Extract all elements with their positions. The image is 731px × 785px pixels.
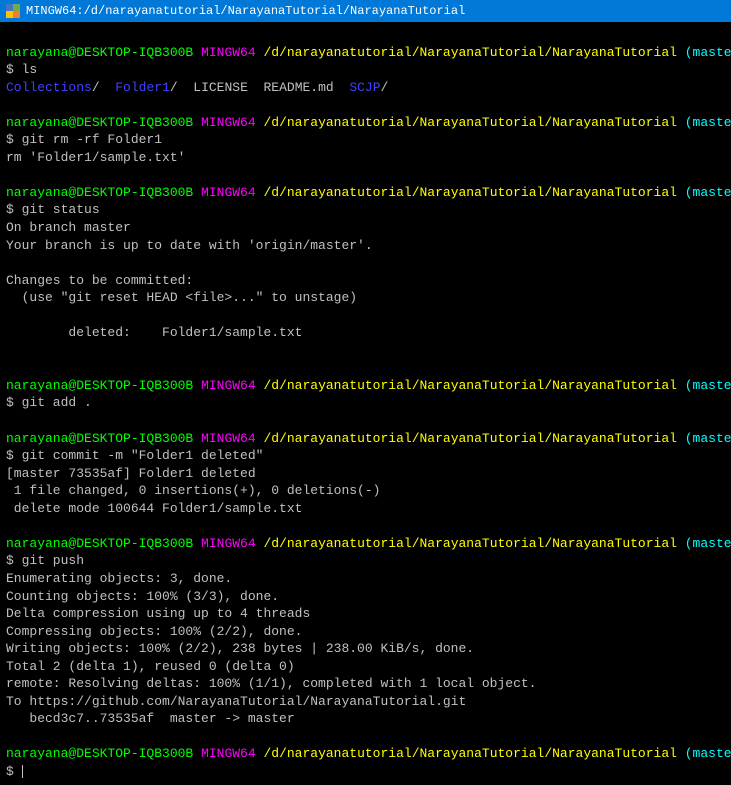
prompt-path: /d/narayanatutorial/NarayanaTutorial/Nar… (263, 185, 676, 200)
output-line: deleted: Folder1/sample.txt (6, 324, 725, 342)
prompt-user: narayana@DESKTOP-IQB300B (6, 185, 193, 200)
prompt-env: MINGW64 (201, 431, 256, 446)
output-line: [master 73535af] Folder1 deleted (6, 465, 725, 483)
prompt-branch: (master) (685, 536, 731, 551)
blank-line (6, 412, 725, 430)
output-line: Compressing objects: 100% (2/2), done. (6, 623, 725, 641)
prompt-env: MINGW64 (201, 378, 256, 393)
prompt-path: /d/narayanatutorial/NarayanaTutorial/Nar… (263, 536, 676, 551)
blank-line (6, 96, 725, 114)
prompt-env: MINGW64 (201, 536, 256, 551)
prompt-user: narayana@DESKTOP-IQB300B (6, 536, 193, 551)
ls-dir: Collections (6, 80, 92, 95)
prompt-branch: (master) (685, 115, 731, 130)
terminal-area[interactable]: narayana@DESKTOP-IQB300B MINGW64 /d/nara… (0, 22, 731, 785)
output-line: 1 file changed, 0 insertions(+), 0 delet… (6, 482, 725, 500)
prompt-user: narayana@DESKTOP-IQB300B (6, 746, 193, 761)
prompt-path: /d/narayanatutorial/NarayanaTutorial/Nar… (263, 431, 676, 446)
output-line: Your branch is up to date with 'origin/m… (6, 237, 725, 255)
command-line: $ git add . (6, 394, 725, 412)
prompt-path: /d/narayanatutorial/NarayanaTutorial/Nar… (263, 746, 676, 761)
prompt-line: narayana@DESKTOP-IQB300B MINGW64 /d/nara… (6, 745, 725, 763)
app-icon (6, 4, 20, 18)
output-line (6, 307, 725, 325)
prompt-user: narayana@DESKTOP-IQB300B (6, 45, 193, 60)
output-line: Total 2 (delta 1), reused 0 (delta 0) (6, 658, 725, 676)
prompt-line: narayana@DESKTOP-IQB300B MINGW64 /d/nara… (6, 430, 725, 448)
output-line: delete mode 100644 Folder1/sample.txt (6, 500, 725, 518)
prompt-branch: (master) (685, 378, 731, 393)
blank-line (6, 26, 725, 44)
output-line: Changes to be committed: (6, 272, 725, 290)
output-line: rm 'Folder1/sample.txt' (6, 149, 725, 167)
prompt-user: narayana@DESKTOP-IQB300B (6, 431, 193, 446)
output-line (6, 254, 725, 272)
output-line: (use "git reset HEAD <file>..." to unsta… (6, 289, 725, 307)
prompt-line: narayana@DESKTOP-IQB300B MINGW64 /d/nara… (6, 44, 725, 62)
cursor (22, 765, 23, 778)
prompt-branch: (master) (685, 431, 731, 446)
prompt-line: narayana@DESKTOP-IQB300B MINGW64 /d/nara… (6, 377, 725, 395)
ls-dir: SCJP (349, 80, 380, 95)
ls-file: LICENSE (193, 80, 248, 95)
blank-line (6, 166, 725, 184)
prompt-branch: (master) (685, 185, 731, 200)
prompt-env: MINGW64 (201, 115, 256, 130)
blank-line (6, 728, 725, 746)
prompt-path: /d/narayanatutorial/NarayanaTutorial/Nar… (263, 45, 676, 60)
command-line: $ ls (6, 61, 725, 79)
prompt-line: narayana@DESKTOP-IQB300B MINGW64 /d/nara… (6, 535, 725, 553)
output-line: becd3c7..73535af master -> master (6, 710, 725, 728)
output-line: Delta compression using up to 4 threads (6, 605, 725, 623)
prompt-line: narayana@DESKTOP-IQB300B MINGW64 /d/nara… (6, 114, 725, 132)
prompt-branch: (master) (685, 45, 731, 60)
output-line: Counting objects: 100% (3/3), done. (6, 588, 725, 606)
prompt-user: narayana@DESKTOP-IQB300B (6, 115, 193, 130)
command-line: $ git commit -m "Folder1 deleted" (6, 447, 725, 465)
prompt-branch: (master) (685, 746, 731, 761)
output-line (6, 342, 725, 360)
command-line: $ git rm -rf Folder1 (6, 131, 725, 149)
prompt-path: /d/narayanatutorial/NarayanaTutorial/Nar… (263, 378, 676, 393)
command-line: $ git status (6, 201, 725, 219)
titlebar-text: MINGW64:/d/narayanatutorial/NarayanaTuto… (26, 4, 465, 18)
command-line: $ git push (6, 552, 725, 570)
blank-line (6, 517, 725, 535)
prompt-line: narayana@DESKTOP-IQB300B MINGW64 /d/nara… (6, 184, 725, 202)
command-line: $ (6, 763, 725, 781)
ls-file: README.md (264, 80, 334, 95)
prompt-user: narayana@DESKTOP-IQB300B (6, 378, 193, 393)
prompt-env: MINGW64 (201, 185, 256, 200)
prompt-path: /d/narayanatutorial/NarayanaTutorial/Nar… (263, 115, 676, 130)
prompt-env: MINGW64 (201, 746, 256, 761)
output-line: Enumerating objects: 3, done. (6, 570, 725, 588)
titlebar: MINGW64:/d/narayanatutorial/NarayanaTuto… (0, 0, 731, 22)
output-line: To https://github.com/NarayanaTutorial/N… (6, 693, 725, 711)
output-line: On branch master (6, 219, 725, 237)
prompt-env: MINGW64 (201, 45, 256, 60)
output-line: Writing objects: 100% (2/2), 238 bytes |… (6, 640, 725, 658)
ls-output: Collections/ Folder1/ LICENSE README.md … (6, 79, 725, 97)
output-line: remote: Resolving deltas: 100% (1/1), co… (6, 675, 725, 693)
ls-dir: Folder1 (115, 80, 170, 95)
blank-line (6, 359, 725, 377)
